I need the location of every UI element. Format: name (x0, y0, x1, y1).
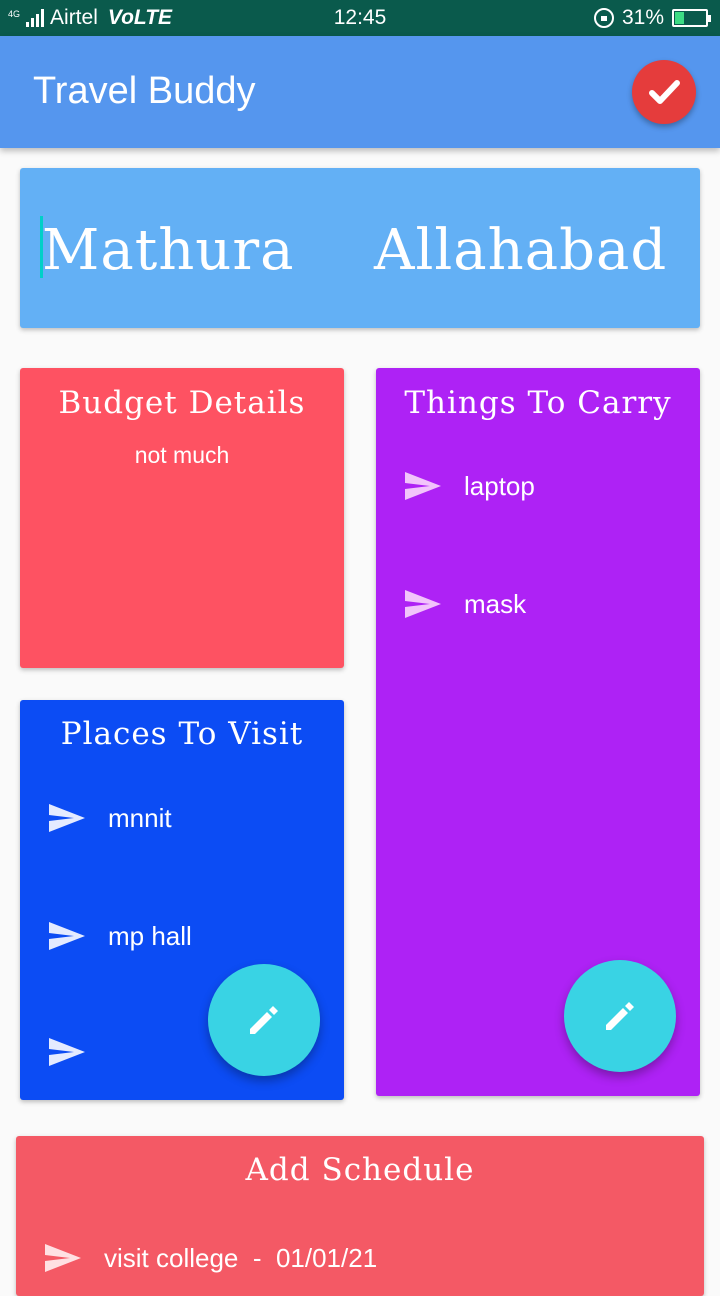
budget-card[interactable]: Budget Details not much (20, 368, 344, 668)
edit-places-button[interactable] (208, 964, 320, 1076)
edit-things-button[interactable] (564, 960, 676, 1072)
pencil-icon (606, 1002, 634, 1030)
list-item-label: mp hall (108, 920, 192, 951)
battery-percent: 31% (621, 6, 664, 29)
send-icon (49, 1038, 85, 1066)
list-item: mnnit (48, 798, 172, 838)
schedule-heading: Add Schedule (245, 1152, 475, 1188)
list-item-label: laptop (464, 470, 535, 501)
list-item-label: mnnit (108, 802, 172, 833)
list-item: visit college - 01/01/21 (44, 1238, 377, 1278)
list-item (48, 1032, 108, 1072)
status-right: 31% (593, 6, 711, 30)
things-card[interactable]: Things To Carry laptop mask (376, 368, 700, 1096)
app-title: Travel Buddy (33, 70, 256, 112)
save-trip-button[interactable] (632, 60, 696, 124)
list-item-label: mask (464, 588, 527, 619)
origin-city[interactable]: Mathura (42, 218, 295, 283)
battery-icon (672, 9, 711, 27)
check-icon (649, 80, 680, 104)
send-icon (405, 590, 441, 618)
pencil-icon (250, 1006, 278, 1034)
send-icon (45, 1244, 81, 1272)
places-card[interactable]: Places To Visit mnnit mp hall (20, 700, 344, 1100)
send-icon (49, 922, 85, 950)
list-item: laptop (404, 466, 535, 506)
list-item: mp hall (48, 916, 192, 956)
places-heading: Places To Visit (60, 716, 304, 752)
list-item: mask (404, 584, 526, 624)
budget-heading: Budget Details (58, 385, 306, 421)
rotation-lock-icon (593, 8, 614, 28)
destination-city[interactable]: Allahabad (374, 218, 667, 283)
send-icon (405, 472, 441, 500)
app-bar: Travel Buddy (0, 36, 720, 148)
list-item-label: visit college - 01/01/21 (104, 1242, 378, 1273)
budget-text: not much (134, 442, 230, 468)
route-card[interactable]: Mathura Allahabad (20, 168, 700, 328)
things-heading: Things To Carry (404, 385, 672, 421)
schedule-card[interactable]: Add Schedule visit college - 01/01/21 (16, 1136, 704, 1296)
status-bar: 4G Airtel VoLTE 12:45 31% (0, 0, 720, 36)
send-icon (49, 804, 85, 832)
